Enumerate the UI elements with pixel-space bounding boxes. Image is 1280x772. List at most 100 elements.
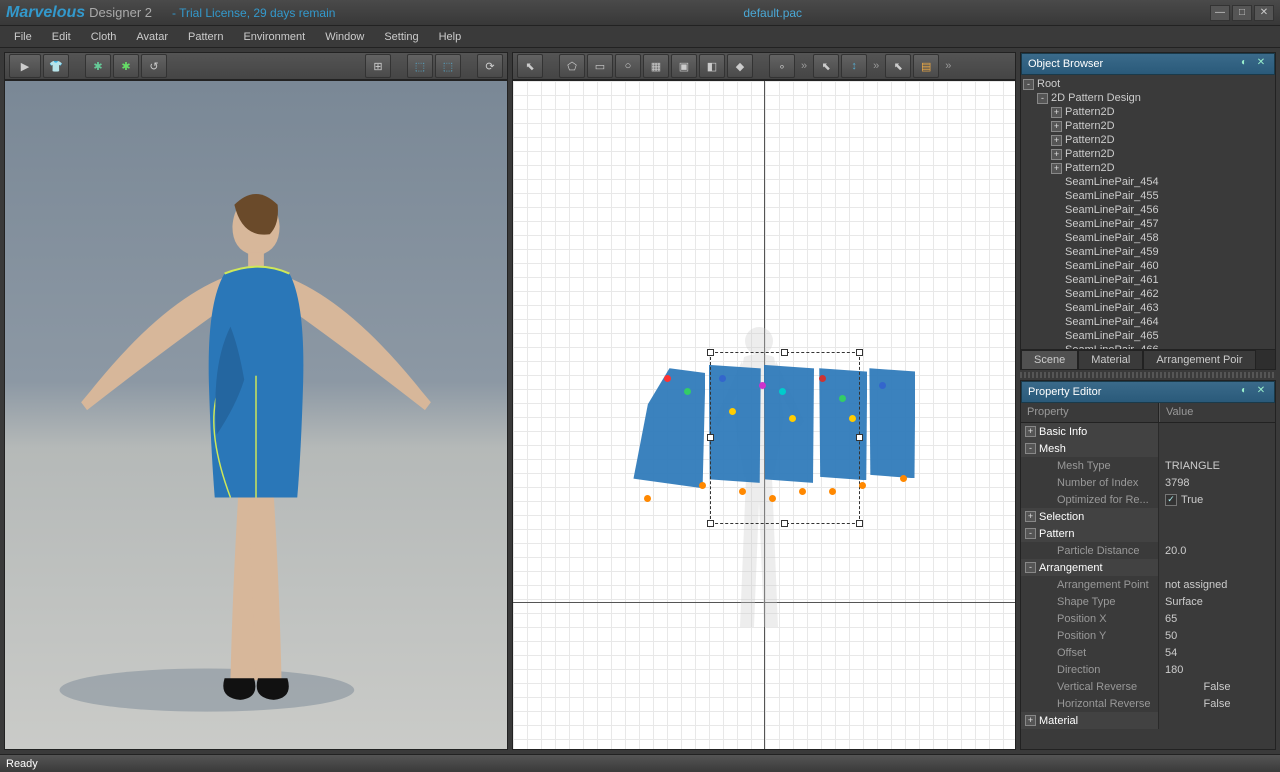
menu-file[interactable]: File <box>4 28 42 46</box>
property-group[interactable]: +Material <box>1021 712 1275 729</box>
more-tools-1[interactable]: » <box>797 60 811 72</box>
property-group[interactable]: +Selection <box>1021 508 1275 525</box>
group-toggle-icon[interactable]: + <box>1025 715 1036 726</box>
tree-seam[interactable]: SeamLinePair_463 <box>1023 301 1273 315</box>
circle-tool[interactable]: ○ <box>615 54 641 78</box>
garment-b-button[interactable]: ⬚ <box>435 54 461 78</box>
menu-help[interactable]: Help <box>429 28 472 46</box>
reset-button[interactable]: ↺ <box>141 54 167 78</box>
group-toggle-icon[interactable]: - <box>1025 562 1036 573</box>
property-value[interactable]: 54 <box>1165 647 1177 659</box>
tree-group[interactable]: -2D Pattern Design <box>1023 91 1273 105</box>
point-tool[interactable]: ∘ <box>769 54 795 78</box>
tree-seam[interactable]: SeamLinePair_457 <box>1023 217 1273 231</box>
panel-options-icon[interactable]: ◐ <box>1237 385 1251 399</box>
tree-pattern[interactable]: +Pattern2D <box>1023 119 1273 133</box>
property-value[interactable]: 50 <box>1165 630 1177 642</box>
property-row[interactable]: Mesh TypeTRIANGLE <box>1021 457 1275 474</box>
tree-pattern[interactable]: +Pattern2D <box>1023 133 1273 147</box>
property-value[interactable]: not assigned <box>1165 579 1227 591</box>
layers-tool[interactable]: ▤ <box>913 54 939 78</box>
property-row[interactable]: Vertical ReverseFalse <box>1021 678 1275 695</box>
grid-tool[interactable]: ▦ <box>643 54 669 78</box>
more-tools-2[interactable]: » <box>869 60 883 72</box>
maximize-button[interactable]: □ <box>1232 5 1252 21</box>
tree-toggle-icon[interactable]: + <box>1051 149 1062 160</box>
property-value[interactable]: 180 <box>1165 664 1183 676</box>
group-toggle-icon[interactable]: + <box>1025 511 1036 522</box>
tree-seam[interactable]: SeamLinePair_456 <box>1023 203 1273 217</box>
polygon-tool[interactable]: ⬠ <box>559 54 585 78</box>
play-button[interactable]: ▶ <box>9 54 41 78</box>
property-row[interactable]: Position X65 <box>1021 610 1275 627</box>
property-value[interactable]: False <box>1204 698 1231 710</box>
property-value[interactable]: 3798 <box>1165 477 1189 489</box>
tree-seam[interactable]: SeamLinePair_460 <box>1023 259 1273 273</box>
property-row[interactable]: Arrangement Pointnot assigned <box>1021 576 1275 593</box>
group-toggle-icon[interactable]: + <box>1025 426 1036 437</box>
tab-arrangement[interactable]: Arrangement Poir <box>1143 350 1255 369</box>
tree-toggle-icon[interactable]: + <box>1051 163 1062 174</box>
close-button[interactable]: ✕ <box>1254 5 1274 21</box>
garment-a-button[interactable]: ⬚ <box>407 54 433 78</box>
pose-a-button[interactable]: ✱ <box>85 54 111 78</box>
property-group[interactable]: +Basic Info <box>1021 423 1275 440</box>
viewport-2d[interactable] <box>512 80 1016 750</box>
property-value[interactable]: Surface <box>1165 596 1203 608</box>
shirt-button[interactable]: 👕 <box>43 54 69 78</box>
tab-material[interactable]: Material <box>1078 350 1143 369</box>
cursor-b[interactable]: ⬉ <box>885 54 911 78</box>
menu-avatar[interactable]: Avatar <box>126 28 178 46</box>
menu-window[interactable]: Window <box>315 28 374 46</box>
object-browser-header[interactable]: Object Browser ◐ ✕ <box>1021 53 1275 75</box>
property-value[interactable]: TRIANGLE <box>1165 460 1220 472</box>
property-row[interactable]: Direction180 <box>1021 661 1275 678</box>
property-value[interactable]: False <box>1204 681 1231 693</box>
panel-divider[interactable] <box>1020 372 1276 378</box>
tree-toggle-icon[interactable]: + <box>1051 135 1062 146</box>
panel-options-icon[interactable]: ◐ <box>1237 57 1251 71</box>
tree-toggle-icon[interactable]: - <box>1023 79 1034 90</box>
property-row[interactable]: Number of Index3798 <box>1021 474 1275 491</box>
property-list[interactable]: +Basic Info-MeshMesh TypeTRIANGLENumber … <box>1021 423 1275 749</box>
tree-pattern[interactable]: +Pattern2D <box>1023 147 1273 161</box>
panel-close-icon[interactable]: ✕ <box>1254 385 1268 399</box>
tab-scene[interactable]: Scene <box>1021 350 1078 369</box>
tree-seam[interactable]: SeamLinePair_462 <box>1023 287 1273 301</box>
property-row[interactable]: Shape TypeSurface <box>1021 593 1275 610</box>
tree-seam[interactable]: SeamLinePair_458 <box>1023 231 1273 245</box>
tree-seam[interactable]: SeamLinePair_459 <box>1023 245 1273 259</box>
refresh-button[interactable]: ⟳ <box>477 54 503 78</box>
property-row[interactable]: Position Y50 <box>1021 627 1275 644</box>
mesh-mode-button[interactable]: ⊞ <box>365 54 391 78</box>
tree-toggle-icon[interactable]: + <box>1051 107 1062 118</box>
panel-close-icon[interactable]: ✕ <box>1254 57 1268 71</box>
property-group[interactable]: -Arrangement <box>1021 559 1275 576</box>
property-editor-header[interactable]: Property Editor ◐ ✕ <box>1021 381 1275 403</box>
internal-tool[interactable]: ▣ <box>671 54 697 78</box>
seam-tool[interactable]: ↕ <box>841 54 867 78</box>
property-row[interactable]: Offset54 <box>1021 644 1275 661</box>
cursor-a[interactable]: ⬉ <box>813 54 839 78</box>
tree-toggle-icon[interactable]: + <box>1051 121 1062 132</box>
menu-environment[interactable]: Environment <box>233 28 315 46</box>
tree-seam[interactable]: SeamLinePair_455 <box>1023 189 1273 203</box>
tree-seam[interactable]: SeamLinePair_461 <box>1023 273 1273 287</box>
minimize-button[interactable]: — <box>1210 5 1230 21</box>
property-value[interactable]: True <box>1181 494 1203 506</box>
viewport-3d[interactable] <box>4 80 508 750</box>
checkbox-icon[interactable]: ✓ <box>1165 494 1177 506</box>
tree-seam[interactable]: SeamLinePair_464 <box>1023 315 1273 329</box>
tree-pattern[interactable]: +Pattern2D <box>1023 161 1273 175</box>
select-tool[interactable]: ⬉ <box>517 54 543 78</box>
property-row[interactable]: Particle Distance20.0 <box>1021 542 1275 559</box>
rect-tool[interactable]: ▭ <box>587 54 613 78</box>
tree-seam[interactable]: SeamLinePair_454 <box>1023 175 1273 189</box>
tree-toggle-icon[interactable]: - <box>1037 93 1048 104</box>
property-row[interactable]: Optimized for Re...✓True <box>1021 491 1275 508</box>
group-toggle-icon[interactable]: - <box>1025 443 1036 454</box>
curve-tool[interactable]: ◧ <box>699 54 725 78</box>
property-value[interactable]: 20.0 <box>1165 545 1186 557</box>
menu-cloth[interactable]: Cloth <box>81 28 127 46</box>
property-group[interactable]: -Mesh <box>1021 440 1275 457</box>
